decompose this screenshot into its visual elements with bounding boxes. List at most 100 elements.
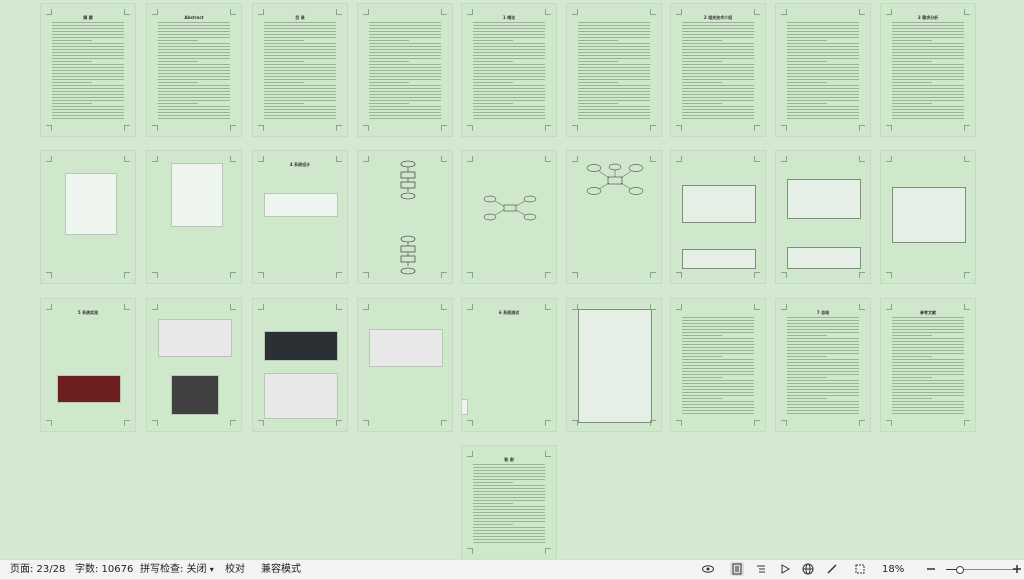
- text-line: [578, 94, 650, 95]
- page-26[interactable]: 7 总结: [776, 299, 870, 431]
- text-line: [787, 34, 859, 35]
- zoom-level[interactable]: 18%: [882, 563, 904, 576]
- page-16[interactable]: [671, 151, 765, 283]
- text-line: [158, 79, 230, 80]
- margin-corner-mark: [676, 272, 682, 278]
- text-line: [578, 97, 650, 98]
- page-12[interactable]: 4 系统设计: [253, 151, 347, 283]
- text-line: [787, 85, 859, 86]
- text-line: [892, 344, 964, 345]
- text-line: [264, 82, 304, 83]
- spell-check-toggle[interactable]: 拼写检查: 关闭 ▾: [140, 563, 214, 576]
- page-23[interactable]: 6 系统测试: [462, 299, 556, 431]
- page-5[interactable]: 1 绪论: [462, 4, 556, 136]
- text-block: [369, 22, 441, 124]
- page-2[interactable]: Abstract: [147, 4, 241, 136]
- page-17[interactable]: [776, 151, 870, 283]
- page-27[interactable]: 参考文献: [881, 299, 975, 431]
- margin-corner-mark: [46, 420, 52, 426]
- text-line: [264, 40, 304, 41]
- text-line: [473, 491, 545, 492]
- page-7[interactable]: 2 相关技术介绍: [671, 4, 765, 136]
- pen-icon[interactable]: [825, 562, 839, 576]
- text-line: [682, 398, 722, 399]
- margin-corner-mark: [545, 125, 551, 131]
- margin-corner-mark: [572, 420, 578, 426]
- zoom-out-icon[interactable]: [924, 562, 938, 576]
- text-line: [787, 67, 859, 68]
- zoom-slider-thumb[interactable]: [956, 566, 964, 574]
- zoom-slider[interactable]: [946, 566, 1016, 574]
- page-3[interactable]: 目 录: [253, 4, 347, 136]
- page-title: 2 相关技术介绍: [703, 15, 733, 20]
- text-line: [682, 49, 754, 50]
- page-9[interactable]: 3 需求分析: [881, 4, 975, 136]
- text-line: [892, 115, 964, 116]
- document-canvas[interactable]: 摘 要 Abstract 目 录 1 绪论 2 相关技术介绍 3 需求分析 4 …: [0, 0, 1024, 559]
- page-18[interactable]: [881, 151, 975, 283]
- compat-mode-label[interactable]: 兼容模式: [261, 563, 301, 576]
- outline-icon[interactable]: [754, 562, 768, 576]
- proofread-button[interactable]: 校对: [225, 563, 245, 576]
- margin-corner-mark: [650, 9, 656, 15]
- spell-check-label: 拼写检查: 关闭: [140, 564, 207, 575]
- text-line: [578, 37, 650, 38]
- page-view-icon[interactable]: [730, 562, 744, 576]
- play-icon[interactable]: [778, 562, 792, 576]
- page-10[interactable]: [41, 151, 135, 283]
- margin-corner-mark: [336, 9, 342, 15]
- text-line: [892, 329, 964, 330]
- page-24[interactable]: [567, 299, 661, 431]
- margin-corner-mark: [781, 304, 787, 310]
- text-line: [158, 64, 230, 65]
- margin-corner-mark: [859, 304, 865, 310]
- page-14[interactable]: [462, 151, 556, 283]
- text-line: [473, 503, 513, 504]
- text-line: [158, 25, 230, 26]
- word-count[interactable]: 字数: 10676: [75, 563, 133, 576]
- text-line: [892, 109, 964, 110]
- margin-corner-mark: [230, 9, 236, 15]
- text-line: [892, 386, 964, 387]
- text-line: [787, 389, 859, 390]
- text-line: [473, 494, 545, 495]
- text-line: [682, 70, 754, 71]
- page-11[interactable]: [147, 151, 241, 283]
- text-line: [264, 58, 336, 59]
- margin-corner-mark: [886, 9, 892, 15]
- text-line: [264, 70, 336, 71]
- text-line: [892, 368, 964, 369]
- page-13[interactable]: [358, 151, 452, 283]
- text-line: [787, 371, 859, 372]
- margin-corner-mark: [363, 420, 369, 426]
- text-line: [52, 46, 124, 47]
- page-6[interactable]: [567, 4, 661, 136]
- fit-screen-icon[interactable]: [853, 562, 867, 576]
- eye-icon[interactable]: [701, 562, 715, 576]
- text-line: [578, 49, 650, 50]
- page-8[interactable]: [776, 4, 870, 136]
- page-21[interactable]: [253, 299, 347, 431]
- text-line: [682, 386, 754, 387]
- text-line: [369, 31, 441, 32]
- zoom-in-icon[interactable]: [1010, 562, 1024, 576]
- page-25[interactable]: [671, 299, 765, 431]
- page-19[interactable]: 5 系统实现: [41, 299, 135, 431]
- page-1[interactable]: 摘 要: [41, 4, 135, 136]
- text-line: [682, 371, 754, 372]
- page-15[interactable]: [567, 151, 661, 283]
- margin-corner-mark: [650, 272, 656, 278]
- page-indicator[interactable]: 页面: 23/28: [10, 563, 65, 576]
- text-line: [369, 109, 441, 110]
- table-figure: [682, 249, 756, 269]
- page-20[interactable]: [147, 299, 241, 431]
- margin-corner-mark: [859, 420, 865, 426]
- text-line: [892, 118, 964, 119]
- text-line: [682, 55, 754, 56]
- page-title: Abstract: [184, 15, 204, 20]
- globe-icon[interactable]: [801, 562, 815, 576]
- page-4[interactable]: [358, 4, 452, 136]
- page-22[interactable]: [358, 299, 452, 431]
- page-28[interactable]: 致 谢: [462, 446, 556, 559]
- text-line: [473, 539, 545, 540]
